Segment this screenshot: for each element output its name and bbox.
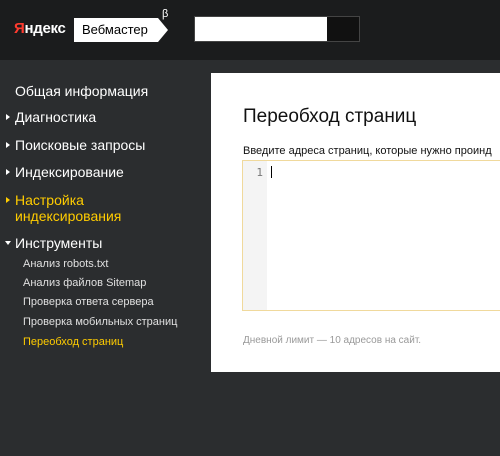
logo-rest: ндекс bbox=[24, 20, 66, 37]
beta-mark: β bbox=[162, 8, 169, 20]
top-bar: Яндекс Вебмастер β bbox=[0, 0, 500, 60]
sidebar-item-search-queries[interactable]: Поисковые запросы bbox=[15, 137, 145, 153]
triangle-right-icon bbox=[6, 169, 10, 175]
line-number: 1 bbox=[256, 166, 263, 179]
main-panel: Переобход страниц Введите адреса страниц… bbox=[211, 73, 500, 372]
sidebar-item-general-info[interactable]: Общая информация bbox=[15, 83, 148, 99]
sidebar-subitem-page-recrawl[interactable]: Переобход страниц bbox=[23, 336, 123, 349]
triangle-down-icon bbox=[5, 241, 11, 245]
sidebar-item-indexing-settings-line2: индексирования bbox=[15, 208, 122, 224]
service-name-badge[interactable]: Вебмастер bbox=[74, 18, 168, 42]
yandex-logo[interactable]: Яндекс bbox=[14, 20, 66, 37]
sidebar-item-diagnostics[interactable]: Диагностика bbox=[15, 109, 96, 125]
urls-field-label: Введите адреса страниц, которые нужно пр… bbox=[243, 145, 492, 157]
triangle-right-icon bbox=[6, 114, 10, 120]
triangle-right-icon bbox=[6, 142, 10, 148]
editor-gutter: 1 bbox=[243, 161, 267, 310]
sidebar-item-tools[interactable]: Инструменты bbox=[15, 235, 102, 251]
sidebar-item-indexing-settings-line1: Настройка bbox=[15, 192, 84, 208]
daily-limit-hint: Дневной лимит — 10 адресов на сайт. bbox=[243, 335, 422, 346]
sidebar-subitem-sitemap-analysis[interactable]: Анализ файлов Sitemap bbox=[23, 277, 146, 290]
sidebar-subitem-mobile-check[interactable]: Проверка мобильных страниц bbox=[23, 316, 177, 329]
sidebar-subitem-robots-analysis[interactable]: Анализ robots.txt bbox=[23, 258, 108, 271]
page-title: Переобход страниц bbox=[243, 106, 417, 127]
sidebar-item-indexing-settings[interactable]: Настройка индексирования bbox=[15, 192, 121, 224]
site-selector-dark-tail bbox=[327, 17, 359, 41]
sidebar: Общая информация Диагностика Поисковые з… bbox=[0, 60, 211, 456]
sidebar-subitem-server-response[interactable]: Проверка ответа сервера bbox=[23, 296, 154, 309]
site-selector[interactable] bbox=[194, 16, 360, 42]
triangle-right-icon bbox=[6, 197, 10, 203]
logo-ya: Я bbox=[14, 20, 25, 37]
text-caret bbox=[271, 166, 272, 178]
sidebar-item-indexing[interactable]: Индексирование bbox=[15, 164, 124, 180]
urls-editor[interactable]: 1 bbox=[242, 160, 500, 311]
